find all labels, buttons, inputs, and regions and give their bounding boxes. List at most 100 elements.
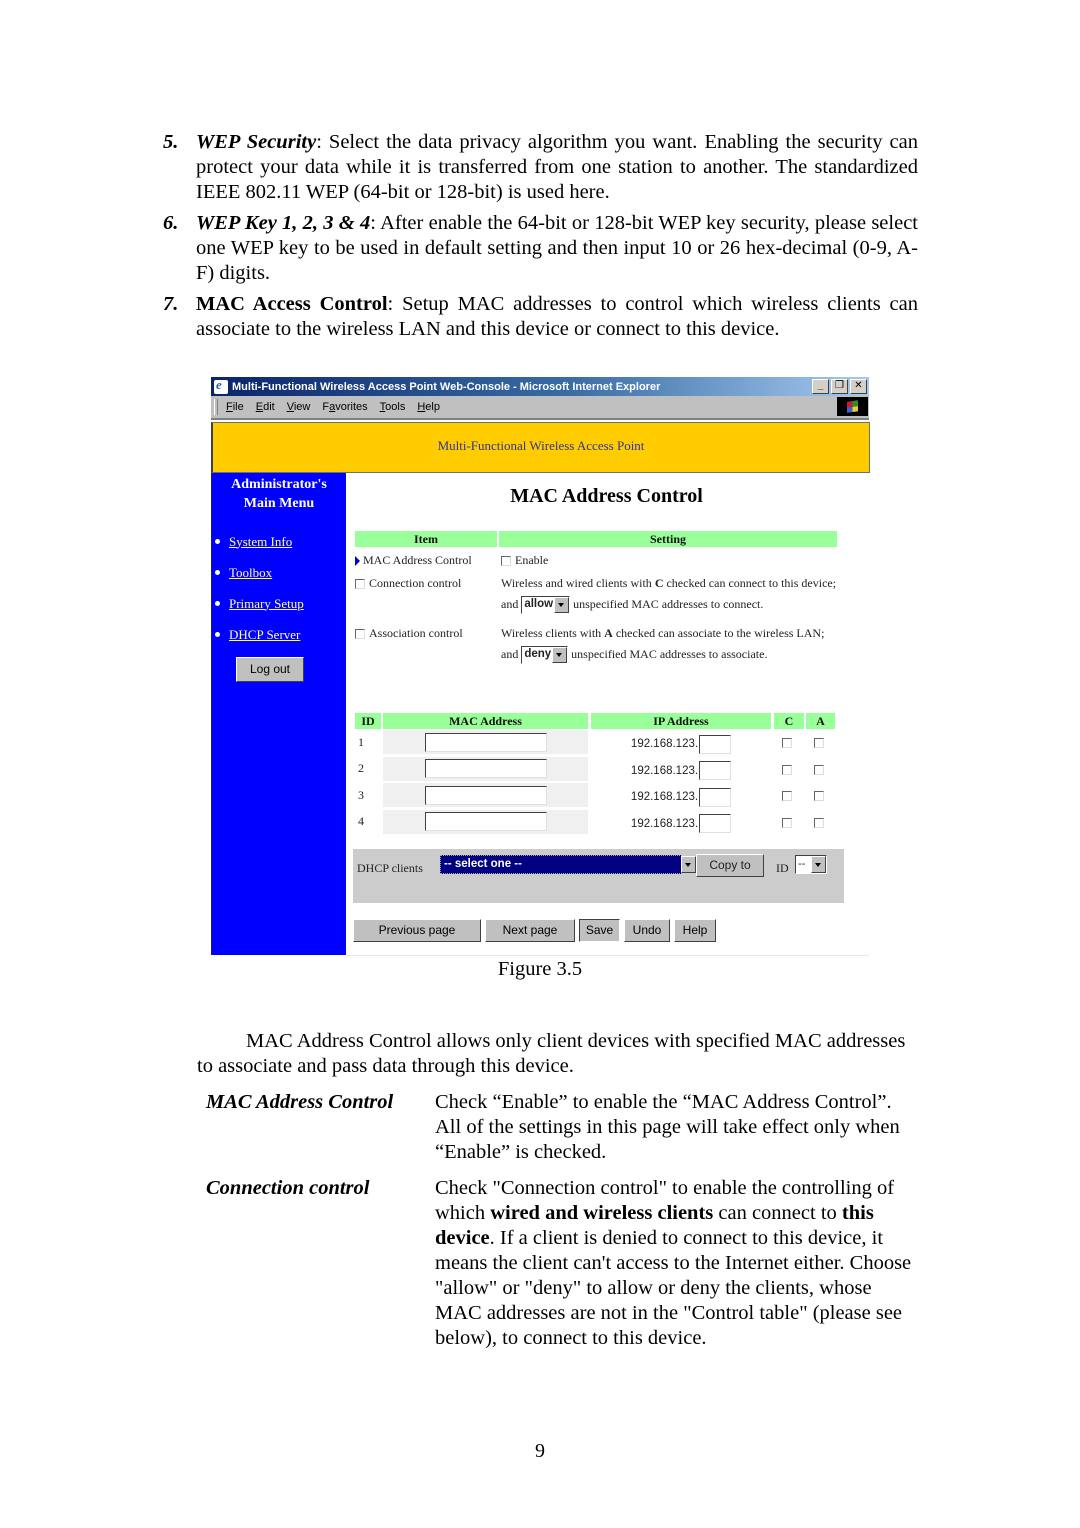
ip-suffix-input[interactable] — [699, 814, 732, 834]
mac-address-input[interactable] — [424, 785, 547, 805]
banner-title: Multi-Functional Wireless Access Point — [437, 438, 645, 453]
sidebar-item-system-info: System Info — [212, 526, 346, 557]
header-ip: IP Address — [591, 713, 771, 729]
save-button[interactable]: Save — [579, 919, 620, 942]
logout-button[interactable]: Log out — [236, 657, 304, 682]
intro-paragraph: MAC Address Control allows only client d… — [197, 1029, 917, 1079]
association-control-label: Association control — [369, 626, 463, 640]
id-label: ID — [776, 861, 789, 875]
menu-tools[interactable]: Tools — [380, 401, 406, 413]
description-part: can connect to — [713, 1202, 842, 1224]
mac-address-input[interactable] — [424, 732, 547, 752]
definition-description: Check “Enable” to enable the “MAC Addres… — [435, 1091, 900, 1163]
dropdown-arrow-icon — [811, 856, 826, 873]
list-term: MAC Access Control — [196, 293, 388, 315]
undo-button[interactable]: Undo — [624, 919, 670, 942]
page-number: 9 — [535, 1440, 545, 1462]
previous-page-button[interactable]: Previous page — [353, 919, 481, 942]
enable-checkbox[interactable] — [501, 556, 511, 567]
link-dhcp-server[interactable]: DHCP Server — [229, 627, 300, 643]
enable-label: Enable — [515, 553, 549, 567]
numbered-list: 5. WEP Security: Select the data privacy… — [163, 130, 918, 348]
list-number: 6. — [163, 212, 179, 234]
sidebar-title-line1: Administrator's — [231, 477, 327, 492]
association-policy-select[interactable]: deny — [521, 646, 569, 665]
toolbar-grip[interactable] — [214, 399, 218, 415]
divider — [346, 955, 869, 956]
ip-suffix-input[interactable] — [699, 787, 732, 807]
connection-control-label: Connection control — [369, 576, 462, 590]
mac-table-header: ID MAC Address IP Address C A — [355, 713, 837, 729]
dhcp-clients-select[interactable]: -- select one -- — [440, 855, 696, 874]
dhcp-clients-value: -- select one -- — [444, 858, 522, 870]
copy-to-button[interactable]: Copy to — [696, 854, 764, 877]
menu-favorites[interactable]: Favorites — [322, 401, 367, 413]
mac-table: ID MAC Address IP Address C A 1 192.168.… — [355, 713, 837, 835]
content-area: MAC Address Control Item Setting MAC Add… — [346, 473, 867, 955]
associate-checkbox[interactable] — [813, 764, 824, 775]
menu-help[interactable]: Help — [417, 401, 440, 413]
intro-text: MAC Address Control allows only client d… — [197, 1030, 906, 1077]
minimize-button[interactable]: _ — [812, 379, 829, 394]
menu-view[interactable]: View — [287, 401, 311, 413]
list-number: 7. — [163, 293, 179, 315]
menu-edit[interactable]: Edit — [256, 401, 275, 413]
connect-checkbox[interactable] — [782, 764, 792, 775]
definition-term: MAC Address Control — [206, 1091, 394, 1113]
bullet-icon — [215, 570, 220, 575]
link-toolbox[interactable]: Toolbox — [229, 565, 272, 581]
connect-checkbox[interactable] — [782, 817, 792, 828]
mac-address-input[interactable] — [424, 812, 547, 832]
header-a: A — [806, 713, 835, 729]
connection-policy-select[interactable]: allow — [521, 596, 571, 615]
ip-suffix-input[interactable] — [699, 761, 732, 781]
dropdown-arrow-icon — [554, 597, 570, 614]
menu-file[interactable]: File — [226, 401, 244, 413]
title-bar: Multi-Functional Wireless Access Point W… — [211, 377, 869, 396]
connect-checkbox[interactable] — [782, 738, 792, 748]
association-text-a: A — [604, 626, 613, 640]
restore-button[interactable]: ❐ — [831, 379, 848, 394]
description-part: . If a client is denied to connect to th… — [435, 1227, 912, 1349]
windows-logo-icon — [837, 397, 868, 416]
ip-suffix-input[interactable] — [699, 734, 732, 754]
id-select[interactable]: -- — [795, 855, 827, 874]
associate-checkbox[interactable] — [813, 738, 824, 748]
ip-prefix: 192.168.123. — [630, 764, 699, 777]
list-item-wep-security: 5. WEP Security: Select the data privacy… — [163, 130, 918, 205]
table-row: 4 192.168.123. — [355, 809, 837, 836]
mac-address-input[interactable] — [424, 759, 547, 779]
associate-checkbox[interactable] — [813, 817, 824, 828]
action-buttons: Previous page Next page Save Undo Help — [353, 919, 716, 942]
close-button[interactable]: ✕ — [850, 379, 867, 394]
row-id: 3 — [358, 787, 364, 802]
dhcp-clients-label: DHCP clients — [357, 861, 423, 875]
link-system-info[interactable]: System Info — [229, 534, 292, 550]
row-association-control: Association control Wireless clients wit… — [355, 623, 837, 665]
association-control-checkbox[interactable] — [355, 629, 365, 640]
table-row: 3 192.168.123. — [355, 782, 837, 809]
table-row: 2 192.168.123. — [355, 756, 837, 783]
dhcp-clients-panel: DHCP clients -- select one -- Copy to ID… — [353, 849, 844, 903]
association-text: unspecified MAC addresses to associate. — [568, 647, 768, 661]
sidebar-title-line2: Main Menu — [243, 496, 315, 511]
connect-checkbox[interactable] — [782, 791, 792, 801]
connection-control-checkbox[interactable] — [355, 579, 365, 590]
link-primary-setup[interactable]: Primary Setup — [229, 596, 304, 612]
ip-prefix: 192.168.123. — [630, 791, 699, 804]
header-setting: Setting — [499, 531, 837, 547]
list-item-mac-access-control: 7. MAC Access Control: Setup MAC address… — [163, 292, 918, 342]
next-page-button[interactable]: Next page — [485, 919, 575, 942]
association-text: Wireless clients with — [501, 626, 605, 640]
bullet-icon — [215, 601, 220, 606]
description-part-bold: wired and wireless clients — [490, 1202, 714, 1224]
header-id: ID — [355, 713, 381, 729]
sidebar-item-primary-setup: Primary Setup — [212, 588, 346, 619]
ip-prefix: 192.168.123. — [630, 817, 699, 830]
page-banner: Multi-Functional Wireless Access Point — [211, 422, 870, 473]
help-button[interactable]: Help — [674, 919, 716, 942]
associate-checkbox[interactable] — [813, 791, 824, 801]
connection-text: Wireless and wired clients with — [501, 576, 655, 590]
definition-term: Connection control — [206, 1177, 370, 1199]
sidebar-item-dhcp-server: DHCP Server — [212, 619, 346, 650]
